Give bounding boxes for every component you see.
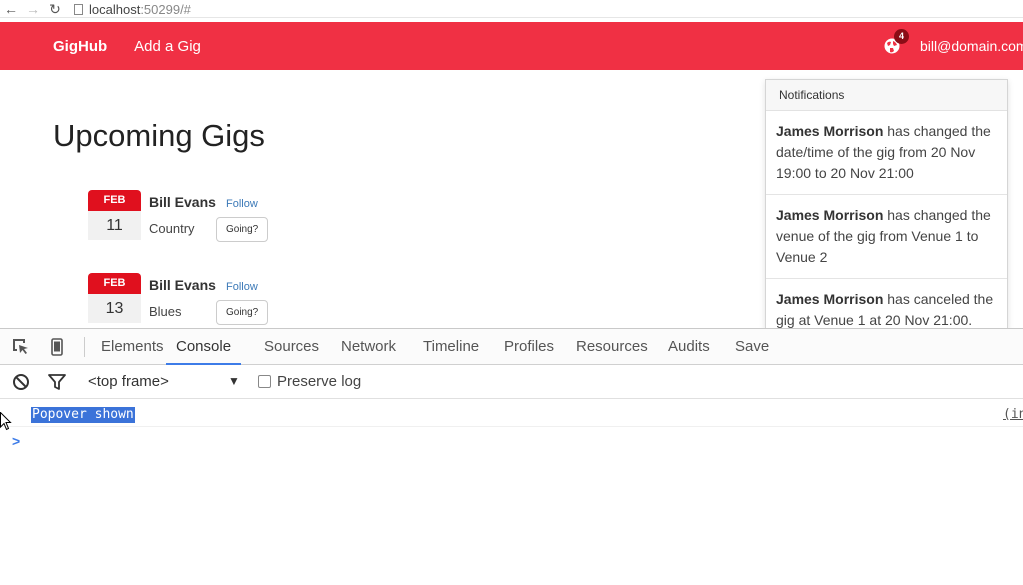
follow-link[interactable]: Follow — [226, 281, 258, 293]
url-host: localhost — [89, 1, 141, 17]
tab-elements[interactable]: Elements — [101, 329, 164, 365]
mouse-cursor-icon — [0, 412, 12, 431]
tab-profiles[interactable]: Profiles — [504, 329, 554, 365]
gig-date: FEB 13 — [88, 273, 141, 323]
filter-icon[interactable] — [48, 373, 66, 391]
frame-select[interactable]: <top frame> — [88, 373, 169, 390]
gig-genre: Country — [149, 221, 195, 236]
brand-link[interactable]: GigHub — [53, 38, 107, 55]
notifications-globe-icon[interactable]: 4 — [884, 29, 909, 54]
user-menu[interactable]: bill@domain.com — [920, 38, 1023, 54]
going-button[interactable]: Going? — [216, 300, 269, 325]
gig-date: FEB 11 — [88, 190, 141, 240]
notification-item: James Morrison has changed the venue of … — [766, 195, 1007, 279]
devtools-tab-bar: Elements Console Sources Network Timelin… — [0, 329, 1023, 365]
back-arrow-icon[interactable]: ← — [0, 0, 22, 18]
notification-count-badge: 4 — [894, 29, 909, 44]
tab-resources[interactable]: Resources — [576, 329, 648, 365]
tab-console[interactable]: Console — [166, 329, 242, 365]
browser-toolbar: ← → ↻ localhost:50299/# — [0, 0, 1023, 18]
tab-network[interactable]: Network — [341, 329, 396, 365]
console-message-row: Popover shown (index) — [0, 399, 1023, 427]
devtools-separator — [84, 337, 85, 357]
chrome-divider — [0, 17, 1023, 18]
going-button[interactable]: Going? — [216, 217, 269, 242]
url-suffix: :50299/# — [140, 1, 191, 17]
preserve-log-label: Preserve log — [277, 373, 362, 390]
address-bar[interactable]: localhost:50299/# — [74, 2, 191, 17]
forward-arrow-icon[interactable]: → — [22, 0, 44, 18]
console-source-link[interactable]: (index) — [1003, 407, 1023, 422]
notification-artist: James Morrison — [776, 123, 884, 139]
tab-save[interactable]: Save — [735, 329, 769, 365]
gig-item: FEB 13 Bill Evans Follow Blues Going? — [88, 273, 388, 329]
add-gig-link[interactable]: Add a Gig — [134, 38, 201, 55]
follow-link[interactable]: Follow — [226, 198, 258, 210]
page-title: Upcoming Gigs — [53, 118, 265, 153]
gig-month: FEB — [88, 190, 141, 211]
console-toolbar: <top frame> ▼ Preserve log — [0, 365, 1023, 399]
tab-audits[interactable]: Audits — [668, 329, 710, 365]
tab-timeline[interactable]: Timeline — [423, 329, 479, 365]
gig-genre: Blues — [149, 304, 182, 319]
notification-artist: James Morrison — [776, 291, 884, 307]
notification-item: James Morrison has canceled the gig at V… — [766, 279, 1007, 329]
navbar-right: 4 bill@domain.com — [884, 22, 1023, 70]
frame-dropdown-arrow-icon[interactable]: ▼ — [228, 374, 240, 388]
devtools-panel: Elements Console Sources Network Timelin… — [0, 328, 1023, 585]
tab-sources[interactable]: Sources — [264, 329, 319, 365]
preserve-log-checkbox[interactable] — [258, 375, 271, 388]
gig-day: 13 — [88, 294, 141, 323]
gig-item: FEB 11 Bill Evans Follow Country Going? — [88, 190, 388, 246]
console-prompt-icon[interactable]: > — [12, 433, 20, 449]
page-icon — [74, 3, 83, 15]
notifications-popover: Notifications James Morrison has changed… — [765, 79, 1008, 329]
gig-artist: Bill Evans — [149, 277, 216, 293]
popover-title: Notifications — [766, 80, 1007, 111]
device-mode-icon[interactable] — [48, 338, 66, 356]
gig-day: 11 — [88, 211, 141, 240]
clear-console-icon[interactable] — [12, 373, 30, 391]
notification-item: James Morrison has changed the date/time… — [766, 111, 1007, 195]
reload-icon[interactable]: ↻ — [44, 0, 66, 18]
gig-artist: Bill Evans — [149, 194, 216, 210]
navbar: GigHub Add a Gig 4 bill@domain.com — [0, 22, 1023, 70]
notification-artist: James Morrison — [776, 207, 884, 223]
inspect-element-icon[interactable] — [12, 338, 30, 356]
gig-month: FEB — [88, 273, 141, 294]
console-message: Popover shown — [31, 407, 135, 423]
